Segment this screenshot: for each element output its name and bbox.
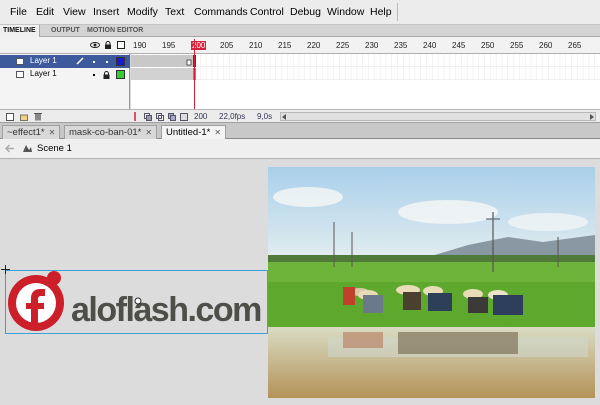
rice-field-photo[interactable]	[268, 167, 595, 398]
layer-row[interactable]: Layer 1	[0, 68, 130, 81]
doc-tab-label: Untitled-1*	[166, 127, 211, 138]
horizontal-scrollbar[interactable]	[280, 112, 596, 121]
ruler-label: 205	[220, 41, 234, 50]
document-tabs: ~effect1* ✕ mask-co-ban-01* ✕ Untitled-1* ✕	[0, 123, 600, 139]
aloflash-logo-icon	[8, 271, 64, 331]
frame-rate: 22,0fps	[219, 112, 245, 121]
visibility-dot[interactable]	[93, 61, 95, 63]
tab-output[interactable]: OUTPUT	[48, 25, 83, 37]
doc-tab-untitled[interactable]: Untitled-1* ✕	[161, 125, 227, 139]
ruler-label: 235	[394, 41, 408, 50]
elapsed-time: 9,0s	[257, 112, 273, 121]
timeline-status-bar: 200 22,0fps 9,0s	[0, 109, 600, 123]
layer-icon	[16, 58, 24, 65]
menu-edit[interactable]: Edit	[36, 6, 54, 18]
scene-icon	[23, 145, 32, 152]
onion-skin-outlines-icon[interactable]	[156, 113, 164, 121]
frame-rate-unit: fps	[234, 112, 246, 121]
tab-motion-editor[interactable]: MOTION EDITOR	[84, 25, 146, 37]
menu-text[interactable]: Text	[165, 6, 184, 18]
menu-divider	[397, 3, 398, 21]
menu-file[interactable]: File	[10, 6, 27, 18]
doc-tab-mask-co-ban[interactable]: mask-co-ban-01* ✕	[64, 125, 158, 139]
ruler-label: 255	[510, 41, 524, 50]
modify-markers-icon[interactable]	[180, 113, 188, 121]
tab-timeline[interactable]: TIMELINE	[0, 25, 40, 37]
ruler-label: 250	[481, 41, 495, 50]
scroll-left-arrow-icon[interactable]	[282, 114, 286, 120]
current-frame: 200	[194, 112, 208, 121]
transform-point-icon[interactable]	[134, 297, 142, 305]
menu-insert[interactable]: Insert	[93, 6, 119, 18]
outline-icon[interactable]	[117, 41, 125, 49]
timeline-header: 190 195 200 205 210 215 220 225 230 235 …	[0, 37, 600, 54]
eye-icon[interactable]	[90, 41, 100, 49]
ruler-label: 210	[249, 41, 263, 50]
logo-text[interactable]: aloflash.com	[71, 291, 262, 330]
menu-window[interactable]: Window	[327, 6, 364, 18]
layer-row-selected[interactable]: Layer 1	[0, 55, 130, 68]
menu-debug[interactable]: Debug	[290, 6, 321, 18]
ruler-label: 230	[365, 41, 379, 50]
scroll-right-arrow-icon[interactable]	[590, 114, 594, 120]
ruler-label: 260	[539, 41, 553, 50]
back-arrow-icon[interactable]	[5, 144, 15, 153]
panel-tabs: TIMELINE OUTPUT MOTION EDITOR	[0, 25, 600, 37]
close-icon[interactable]: ✕	[145, 128, 152, 137]
ruler-label: 245	[452, 41, 466, 50]
lock-dot[interactable]	[106, 61, 108, 63]
close-icon[interactable]: ✕	[214, 128, 221, 137]
layer-name[interactable]: Layer 1	[30, 69, 57, 78]
playhead[interactable]	[194, 39, 195, 109]
frame-cells	[131, 54, 600, 80]
photo-illustration	[268, 167, 595, 398]
visibility-dot[interactable]	[93, 74, 95, 76]
edit-bar: Scene 1	[0, 139, 600, 159]
center-frame-icon[interactable]	[132, 112, 138, 121]
lock-icon[interactable]	[103, 71, 110, 79]
layer-list: Layer 1 Layer 1	[0, 54, 130, 109]
new-layer-icon[interactable]	[6, 113, 14, 121]
pencil-icon	[76, 57, 84, 65]
ruler-label: 195	[162, 41, 176, 50]
layer-color-swatch[interactable]	[116, 70, 125, 79]
layer-name[interactable]: Layer 1	[30, 56, 57, 65]
ruler-label: 190	[133, 41, 147, 50]
ruler-label: 265	[568, 41, 582, 50]
close-icon[interactable]: ✕	[49, 128, 56, 137]
menu-help[interactable]: Help	[370, 6, 392, 18]
ruler-label: 215	[278, 41, 292, 50]
menu-control[interactable]: Control	[250, 6, 284, 18]
frame-grid[interactable]	[131, 39, 600, 109]
menu-view[interactable]: View	[63, 6, 86, 18]
stage[interactable]: aloflash.com	[0, 160, 600, 405]
new-folder-icon[interactable]	[20, 113, 28, 121]
trash-icon[interactable]	[34, 112, 42, 121]
menu-bar: File Edit View Insert Modify Text Comman…	[0, 0, 600, 25]
ruler-label: 225	[336, 41, 350, 50]
ruler-label: 220	[307, 41, 321, 50]
edit-multiple-frames-icon[interactable]	[168, 113, 176, 121]
scene-label[interactable]: Scene 1	[37, 143, 72, 154]
doc-tab-label: ~effect1*	[7, 127, 45, 138]
onion-skin-icon[interactable]	[144, 113, 152, 121]
frame-rate-value: 22,0	[219, 112, 235, 121]
doc-tab-effect1[interactable]: ~effect1* ✕	[2, 125, 61, 139]
layer-color-swatch[interactable]	[116, 57, 125, 66]
lock-icon[interactable]	[104, 41, 112, 49]
doc-tab-label: mask-co-ban-01*	[69, 127, 142, 138]
ruler-label: 240	[423, 41, 437, 50]
layer-icon	[16, 71, 24, 78]
menu-modify[interactable]: Modify	[127, 6, 158, 18]
menu-commands[interactable]: Commands	[194, 6, 248, 18]
